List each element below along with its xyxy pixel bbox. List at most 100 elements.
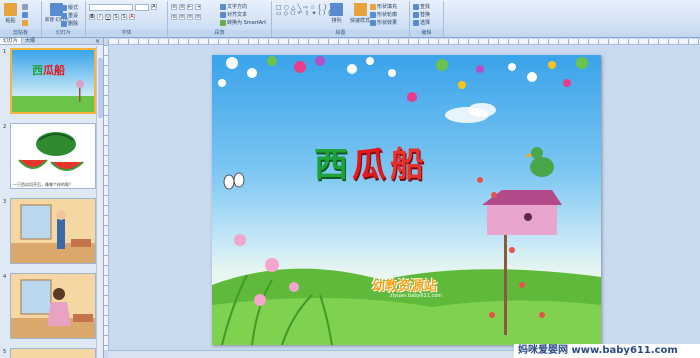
slide-title[interactable]: 西瓜船 — [314, 137, 428, 186]
select-button[interactable]: 选择 — [413, 19, 430, 26]
slide-thumbnail-3[interactable]: 3 — [0, 197, 100, 271]
format-painter-button[interactable] — [22, 20, 28, 26]
arrange-icon — [330, 3, 343, 16]
slide-number: 4 — [3, 274, 7, 280]
font-size-select[interactable] — [135, 4, 149, 11]
close-panel-button[interactable]: × — [92, 38, 103, 45]
clipboard-group: 粘贴 剪贴板 — [0, 1, 42, 37]
slide-thumbnail-2[interactable]: 2 一只西瓜切开后，像哪个样的呢？ — [0, 122, 100, 196]
drawing-group-label: 绘图 — [272, 30, 409, 37]
drawing-group: □○△╲⇨☆{}⌒ ▭◇⬠↶⇧✦(){} 排列 快速样式 形状填充 形状轮廓 形… — [272, 1, 410, 37]
layout-icon — [61, 4, 67, 11]
slide-canvas[interactable]: 西瓜船 幼教资源站 ziyuan.baby611.com — [212, 55, 601, 345]
strikethrough-button[interactable]: S — [113, 14, 119, 20]
panel-scrollbar[interactable] — [96, 46, 103, 358]
panel-scrollbar-thumb[interactable] — [98, 58, 103, 118]
align-center-button[interactable]: ≡ — [179, 14, 185, 20]
thumbnail-caption: 一只西瓜切开后，像哪个样的呢？ — [13, 182, 73, 187]
bullets-button[interactable]: ≡ — [171, 4, 177, 10]
justify-button[interactable]: ≡ — [195, 14, 201, 20]
slide-number: 5 — [3, 349, 7, 355]
font-group: A B I U S S A 字体 — [86, 1, 168, 37]
underline-button[interactable]: U — [105, 14, 111, 20]
font-color-button[interactable]: A — [129, 14, 135, 20]
editing-group: 查找 替换 选择 编辑 — [410, 1, 444, 37]
editing-group-label: 编辑 — [410, 30, 443, 37]
find-button[interactable]: 查找 — [413, 3, 430, 10]
outline-icon — [370, 11, 376, 18]
site-logo: 幼教资源站 — [372, 279, 438, 294]
bold-button[interactable]: B — [89, 14, 95, 20]
slide-artwork — [212, 56, 601, 345]
slide-thumbnail-panel: 幻灯片 大纲 × 1 西 瓜 船 2 一只西瓜切开后，像哪个样的呢？ 3 4 5 — [0, 38, 104, 358]
thumbnail-image — [10, 198, 96, 264]
convert-smartart-button[interactable]: 转换为 SmartArt — [220, 19, 266, 26]
reset-icon — [61, 12, 67, 19]
slide-number: 2 — [3, 124, 7, 130]
tab-outline[interactable]: 大纲 — [22, 38, 38, 44]
svg-text:西: 西 — [32, 64, 43, 77]
watermark: 妈咪爱婴网 www.baby611.com — [514, 344, 700, 358]
title-char-1: 西 — [314, 145, 352, 185]
cut-button[interactable] — [22, 4, 28, 10]
shape-outline-button[interactable]: 形状轮廓 — [370, 11, 397, 18]
title-char-3: 船 — [390, 145, 428, 185]
slide-thumbnail-1[interactable]: 1 西 瓜 船 — [0, 47, 100, 121]
scissors-icon — [22, 4, 28, 10]
thumbnail-image: 西 瓜 船 — [10, 48, 96, 114]
replace-icon — [413, 11, 419, 18]
brush-icon — [22, 20, 28, 26]
smartart-icon — [220, 19, 226, 26]
slide-thumbnail-4[interactable]: 4 — [0, 272, 100, 346]
italic-button[interactable]: I — [97, 14, 103, 20]
increase-indent-button[interactable]: ⇥ — [195, 4, 201, 10]
clipboard-group-label: 剪贴板 — [0, 30, 41, 37]
arrange-button[interactable]: 排列 — [330, 3, 343, 24]
align-text-button[interactable]: 对齐文本 — [220, 11, 247, 18]
svg-text:瓜: 瓜 — [43, 64, 54, 77]
panel-tabs: 幻灯片 大纲 × — [0, 38, 103, 45]
copy-button[interactable] — [22, 12, 28, 18]
shape-fill-button[interactable]: 形状填充 — [370, 3, 397, 10]
align-right-button[interactable]: ≡ — [187, 14, 193, 20]
paragraph-group-label: 段落 — [168, 30, 271, 37]
paragraph-group: ≡ ≡ ⇤ ⇥ ≡ ≡ ≡ ≡ 文字方向 对齐文本 转换为 SmartArt 段… — [168, 1, 272, 37]
horizontal-scrollbar[interactable] — [108, 350, 514, 358]
copy-icon — [22, 12, 28, 18]
thumbnail-image — [10, 273, 96, 339]
delete-button[interactable]: 删除 — [61, 20, 78, 27]
text-direction-button[interactable]: 文字方向 — [220, 3, 247, 10]
slide-thumbnail-5[interactable]: 5 — [0, 347, 100, 358]
layout-button[interactable]: 版式 — [61, 4, 78, 11]
site-logo-url: ziyuan.baby611.com — [390, 293, 443, 299]
grow-font-button[interactable]: A — [151, 4, 157, 10]
paste-icon — [4, 3, 17, 16]
font-group-label: 字体 — [86, 30, 167, 37]
slides-group: 新建 幻灯片 版式 重设 删除 幻灯片 — [42, 1, 86, 37]
slide-number: 3 — [3, 199, 7, 205]
find-icon — [413, 3, 419, 10]
align-text-icon — [220, 11, 226, 18]
align-left-button[interactable]: ≡ — [171, 14, 177, 20]
effects-icon — [370, 19, 376, 26]
font-family-select[interactable] — [89, 4, 133, 11]
tab-slides[interactable]: 幻灯片 — [0, 38, 23, 44]
thumbnail-image — [10, 348, 96, 358]
slide-number: 1 — [3, 49, 7, 55]
shadow-button[interactable]: S — [121, 14, 127, 20]
shape-effects-button[interactable]: 形状效果 — [370, 19, 397, 26]
fill-icon — [370, 3, 376, 10]
slides-group-label: 幻灯片 — [42, 30, 85, 37]
select-icon — [413, 19, 419, 26]
decrease-indent-button[interactable]: ⇤ — [187, 4, 193, 10]
quick-styles-button[interactable]: 快速样式 — [350, 3, 370, 24]
numbering-button[interactable]: ≡ — [179, 4, 185, 10]
thumbnail-image: 一只西瓜切开后，像哪个样的呢？ — [10, 123, 96, 189]
delete-icon — [61, 20, 67, 27]
ribbon: 粘贴 剪贴板 新建 幻灯片 版式 重设 删除 幻灯片 A B I U S S A… — [0, 0, 700, 38]
vertical-ruler — [104, 45, 109, 350]
svg-text:船: 船 — [54, 63, 65, 77]
paste-button[interactable]: 粘贴 — [4, 3, 17, 24]
replace-button[interactable]: 替换 — [413, 11, 430, 18]
reset-button[interactable]: 重设 — [61, 12, 78, 19]
